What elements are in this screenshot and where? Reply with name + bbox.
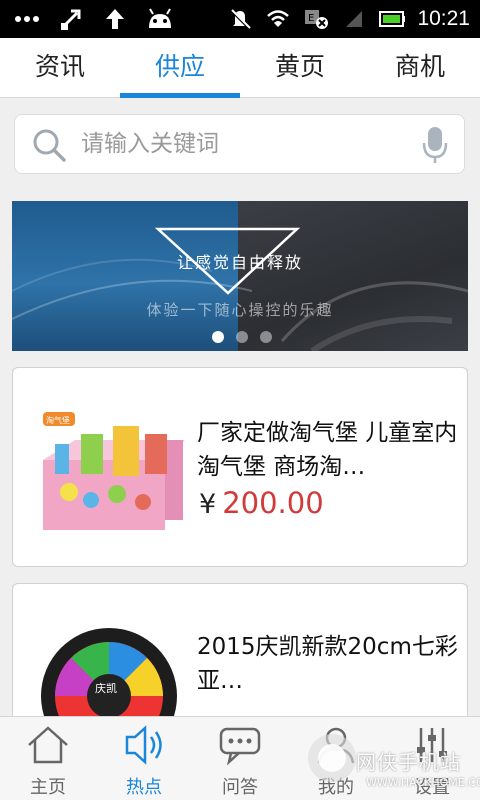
- tab-gongying[interactable]: 供应: [120, 38, 240, 98]
- battery-icon: [379, 6, 406, 32]
- product-title: 厂家定做淘气堡 儿童室内淘气堡 商场淘…: [197, 420, 458, 480]
- svg-text:E: E: [308, 13, 314, 24]
- banner-graphic: [12, 227, 468, 351]
- svg-text:淘气堡: 淘气堡: [46, 415, 70, 425]
- carousel-dot[interactable]: [236, 331, 248, 343]
- carousel-dots: [212, 331, 272, 343]
- price-amount: 200.00: [222, 486, 324, 520]
- product-image-playground: 淘气堡: [43, 412, 185, 530]
- status-bar: E 10:21: [0, 0, 480, 38]
- carousel-dot[interactable]: [260, 331, 272, 343]
- signal-icon: [341, 6, 367, 32]
- carousel-dot[interactable]: [212, 331, 224, 343]
- mute-icon: [227, 6, 253, 32]
- watermark-text: 网侠手机站: [356, 750, 461, 774]
- status-time: 10:21: [417, 7, 470, 30]
- currency-symbol: ¥: [199, 489, 217, 520]
- chat-icon: [217, 725, 263, 769]
- banner-title: 让感觉自由释放: [176, 253, 303, 272]
- watermark: 网侠手机站 WWW.HACKHOME.COM: [296, 720, 480, 796]
- product-card[interactable]: 庆凯 2015庆凯新款20cm七彩亚…: [12, 583, 468, 724]
- speaker-icon: [121, 725, 167, 769]
- banner-subtitle: 体验一下随心操控的乐趣: [146, 301, 334, 319]
- microphone-icon[interactable]: [422, 125, 448, 169]
- e-signal-icon: E: [303, 6, 329, 32]
- tab-huangye[interactable]: 黄页: [240, 38, 360, 97]
- nav-label: 问答: [222, 777, 258, 798]
- android-icon: [146, 6, 172, 32]
- nav-hot[interactable]: 热点: [96, 717, 192, 800]
- usb-icon: [58, 6, 84, 32]
- tab-shangji[interactable]: 商机: [360, 38, 480, 97]
- top-tabs: 资讯 供应 黄页 商机: [0, 38, 480, 98]
- nav-label: 热点: [126, 777, 162, 798]
- watermark-url: WWW.HACKHOME.COM: [366, 776, 480, 789]
- search-input[interactable]: [81, 115, 401, 173]
- upload-icon: [102, 6, 128, 32]
- nav-qa[interactable]: 问答: [192, 717, 288, 800]
- more-icon: [14, 6, 40, 32]
- nav-label: 主页: [30, 777, 66, 798]
- promo-banner[interactable]: 让感觉自由释放 体验一下随心操控的乐趣: [12, 201, 468, 351]
- svg-text:庆凯: 庆凯: [95, 681, 117, 695]
- watermark-logo: [308, 734, 356, 782]
- product-card[interactable]: 淘气堡 厂家定做淘气堡 儿童室内淘气堡 商场淘… ¥200.00: [12, 367, 468, 567]
- tab-zixun[interactable]: 资讯: [0, 38, 120, 97]
- product-image-wheel: 庆凯: [39, 626, 179, 724]
- product-title: 2015庆凯新款20cm七彩亚…: [197, 634, 458, 694]
- product-price: ¥200.00: [199, 486, 324, 520]
- wifi-icon: [265, 6, 291, 32]
- home-icon: [25, 725, 71, 769]
- search-bar: [14, 114, 465, 174]
- nav-home[interactable]: 主页: [0, 717, 96, 800]
- search-icon[interactable]: [31, 127, 67, 167]
